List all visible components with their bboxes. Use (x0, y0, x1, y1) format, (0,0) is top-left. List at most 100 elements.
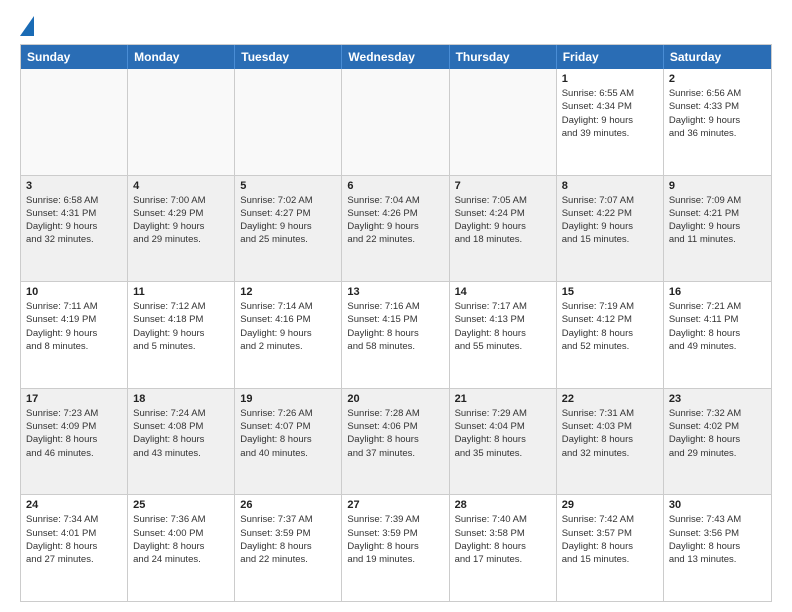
day-number: 27 (347, 499, 443, 511)
day-number: 21 (455, 393, 551, 405)
day-number: 30 (669, 499, 766, 511)
calendar-cell (342, 69, 449, 175)
calendar-cell: 19 Sunrise: 7:26 AM Sunset: 4:07 PM Dayli… (235, 389, 342, 495)
day-info: Sunrise: 7:04 AM Sunset: 4:26 PM Dayligh… (347, 194, 443, 247)
calendar-cell: 26 Sunrise: 7:37 AM Sunset: 3:59 PM Dayli… (235, 495, 342, 601)
day-info: Sunrise: 7:14 AM Sunset: 4:16 PM Dayligh… (240, 300, 336, 353)
day-number: 5 (240, 180, 336, 192)
calendar-cell: 1Sunrise: 6:55 AM Sunset: 4:34 PM Daylig… (557, 69, 664, 175)
day-number: 16 (669, 286, 766, 298)
day-number: 29 (562, 499, 658, 511)
page: SundayMondayTuesdayWednesdayThursdayFrid… (0, 0, 792, 612)
calendar-cell: 27 Sunrise: 7:39 AM Sunset: 3:59 PM Dayli… (342, 495, 449, 601)
calendar-cell: 11Sunrise: 7:12 AM Sunset: 4:18 PM Dayli… (128, 282, 235, 388)
day-number: 14 (455, 286, 551, 298)
calendar-cell: 20 Sunrise: 7:28 AM Sunset: 4:06 PM Dayli… (342, 389, 449, 495)
calendar-cell: 21 Sunrise: 7:29 AM Sunset: 4:04 PM Dayli… (450, 389, 557, 495)
calendar-cell: 17 Sunrise: 7:23 AM Sunset: 4:09 PM Dayli… (21, 389, 128, 495)
day-info: Sunrise: 7:43 AM Sunset: 3:56 PM Dayligh… (669, 513, 766, 566)
day-info: Sunrise: 7:23 AM Sunset: 4:09 PM Dayligh… (26, 407, 122, 460)
calendar-cell: 5 Sunrise: 7:02 AM Sunset: 4:27 PM Daylig… (235, 176, 342, 282)
calendar-row-3: 17 Sunrise: 7:23 AM Sunset: 4:09 PM Dayli… (21, 388, 771, 495)
day-info: Sunrise: 7:34 AM Sunset: 4:01 PM Dayligh… (26, 513, 122, 566)
calendar-cell (235, 69, 342, 175)
day-number: 12 (240, 286, 336, 298)
calendar-cell: 10 Sunrise: 7:11 AM Sunset: 4:19 PM Dayli… (21, 282, 128, 388)
calendar-cell (450, 69, 557, 175)
day-info: Sunrise: 7:37 AM Sunset: 3:59 PM Dayligh… (240, 513, 336, 566)
calendar-cell: 16 Sunrise: 7:21 AM Sunset: 4:11 PM Dayli… (664, 282, 771, 388)
day-number: 28 (455, 499, 551, 511)
day-number: 4 (133, 180, 229, 192)
day-info: Sunrise: 7:16 AM Sunset: 4:15 PM Dayligh… (347, 300, 443, 353)
day-info: Sunrise: 6:55 AM Sunset: 4:34 PM Dayligh… (562, 87, 658, 140)
calendar-cell: 22Sunrise: 7:31 AM Sunset: 4:03 PM Dayli… (557, 389, 664, 495)
day-number: 7 (455, 180, 551, 192)
calendar-cell (128, 69, 235, 175)
calendar-row-1: 3 Sunrise: 6:58 AM Sunset: 4:31 PM Daylig… (21, 175, 771, 282)
header (20, 16, 772, 36)
day-info: Sunrise: 7:21 AM Sunset: 4:11 PM Dayligh… (669, 300, 766, 353)
day-info: Sunrise: 7:26 AM Sunset: 4:07 PM Dayligh… (240, 407, 336, 460)
header-cell-saturday: Saturday (664, 45, 771, 69)
calendar-row-0: 1Sunrise: 6:55 AM Sunset: 4:34 PM Daylig… (21, 69, 771, 175)
day-info: Sunrise: 7:17 AM Sunset: 4:13 PM Dayligh… (455, 300, 551, 353)
header-cell-monday: Monday (128, 45, 235, 69)
calendar-cell (21, 69, 128, 175)
day-number: 6 (347, 180, 443, 192)
day-number: 19 (240, 393, 336, 405)
day-number: 25 (133, 499, 229, 511)
calendar-row-4: 24Sunrise: 7:34 AM Sunset: 4:01 PM Dayli… (21, 494, 771, 601)
day-number: 23 (669, 393, 766, 405)
day-number: 11 (133, 286, 229, 298)
day-info: Sunrise: 7:19 AM Sunset: 4:12 PM Dayligh… (562, 300, 658, 353)
day-number: 3 (26, 180, 122, 192)
day-info: Sunrise: 7:42 AM Sunset: 3:57 PM Dayligh… (562, 513, 658, 566)
day-number: 17 (26, 393, 122, 405)
logo (20, 16, 38, 36)
day-info: Sunrise: 7:05 AM Sunset: 4:24 PM Dayligh… (455, 194, 551, 247)
calendar-cell: 30 Sunrise: 7:43 AM Sunset: 3:56 PM Dayli… (664, 495, 771, 601)
day-number: 13 (347, 286, 443, 298)
day-info: Sunrise: 7:36 AM Sunset: 4:00 PM Dayligh… (133, 513, 229, 566)
calendar-cell: 28 Sunrise: 7:40 AM Sunset: 3:58 PM Dayli… (450, 495, 557, 601)
day-info: Sunrise: 7:28 AM Sunset: 4:06 PM Dayligh… (347, 407, 443, 460)
day-number: 15 (562, 286, 658, 298)
day-info: Sunrise: 6:56 AM Sunset: 4:33 PM Dayligh… (669, 87, 766, 140)
day-number: 8 (562, 180, 658, 192)
day-number: 20 (347, 393, 443, 405)
header-cell-thursday: Thursday (450, 45, 557, 69)
day-info: Sunrise: 7:02 AM Sunset: 4:27 PM Dayligh… (240, 194, 336, 247)
day-info: Sunrise: 7:00 AM Sunset: 4:29 PM Dayligh… (133, 194, 229, 247)
day-info: Sunrise: 7:29 AM Sunset: 4:04 PM Dayligh… (455, 407, 551, 460)
calendar-cell: 12 Sunrise: 7:14 AM Sunset: 4:16 PM Dayli… (235, 282, 342, 388)
header-cell-friday: Friday (557, 45, 664, 69)
header-cell-wednesday: Wednesday (342, 45, 449, 69)
day-info: Sunrise: 7:40 AM Sunset: 3:58 PM Dayligh… (455, 513, 551, 566)
day-info: Sunrise: 7:11 AM Sunset: 4:19 PM Dayligh… (26, 300, 122, 353)
day-info: Sunrise: 6:58 AM Sunset: 4:31 PM Dayligh… (26, 194, 122, 247)
calendar-header: SundayMondayTuesdayWednesdayThursdayFrid… (21, 45, 771, 69)
day-info: Sunrise: 7:39 AM Sunset: 3:59 PM Dayligh… (347, 513, 443, 566)
calendar-cell: 15 Sunrise: 7:19 AM Sunset: 4:12 PM Dayli… (557, 282, 664, 388)
calendar-cell: 7 Sunrise: 7:05 AM Sunset: 4:24 PM Daylig… (450, 176, 557, 282)
day-info: Sunrise: 7:09 AM Sunset: 4:21 PM Dayligh… (669, 194, 766, 247)
calendar-cell: 9 Sunrise: 7:09 AM Sunset: 4:21 PM Daylig… (664, 176, 771, 282)
calendar-cell: 13 Sunrise: 7:16 AM Sunset: 4:15 PM Dayli… (342, 282, 449, 388)
header-cell-tuesday: Tuesday (235, 45, 342, 69)
logo-icon (20, 16, 34, 36)
day-number: 26 (240, 499, 336, 511)
day-number: 22 (562, 393, 658, 405)
calendar-cell: 14 Sunrise: 7:17 AM Sunset: 4:13 PM Dayli… (450, 282, 557, 388)
calendar-cell: 29 Sunrise: 7:42 AM Sunset: 3:57 PM Dayli… (557, 495, 664, 601)
day-info: Sunrise: 7:24 AM Sunset: 4:08 PM Dayligh… (133, 407, 229, 460)
day-info: Sunrise: 7:32 AM Sunset: 4:02 PM Dayligh… (669, 407, 766, 460)
calendar-cell: 3 Sunrise: 6:58 AM Sunset: 4:31 PM Daylig… (21, 176, 128, 282)
calendar: SundayMondayTuesdayWednesdayThursdayFrid… (20, 44, 772, 602)
calendar-row-2: 10 Sunrise: 7:11 AM Sunset: 4:19 PM Dayli… (21, 281, 771, 388)
calendar-body: 1Sunrise: 6:55 AM Sunset: 4:34 PM Daylig… (21, 69, 771, 601)
calendar-cell: 4 Sunrise: 7:00 AM Sunset: 4:29 PM Daylig… (128, 176, 235, 282)
day-number: 9 (669, 180, 766, 192)
day-info: Sunrise: 7:07 AM Sunset: 4:22 PM Dayligh… (562, 194, 658, 247)
day-number: 10 (26, 286, 122, 298)
